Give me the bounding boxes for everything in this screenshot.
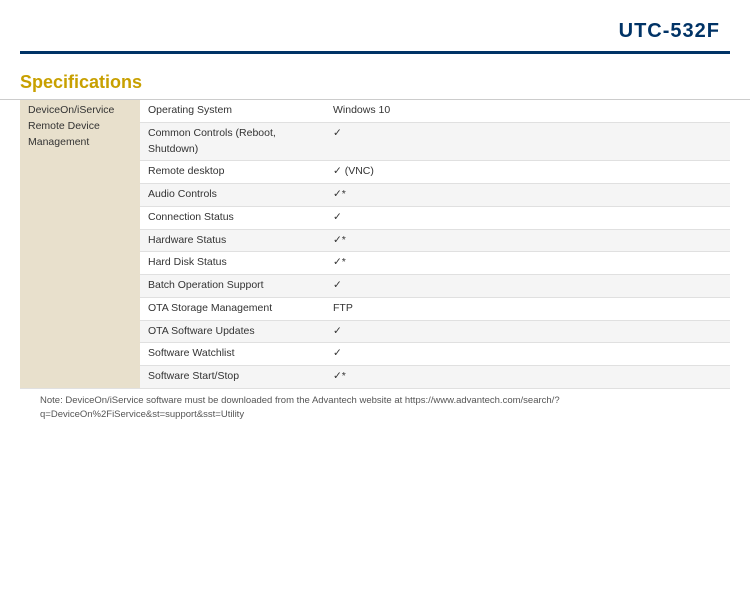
feature-cell: Audio Controls [140,184,325,207]
specs-table: DeviceOn/iServiceRemote Device Managemen… [20,100,730,427]
feature-cell: Remote desktop [140,161,325,184]
value-cell: ✓ [325,122,730,161]
feature-cell: OTA Software Updates [140,320,325,343]
blue-divider [20,51,730,54]
table-wrapper: DeviceOn/iServiceRemote Device Managemen… [0,100,750,427]
value-cell: ✓ [325,206,730,229]
value-cell: ✓* [325,366,730,389]
note-row: Note: DeviceOn/iService software must be… [20,388,730,427]
value-cell: FTP [325,297,730,320]
table-row: DeviceOn/iServiceRemote Device Managemen… [20,100,730,122]
value-cell: ✓* [325,184,730,207]
feature-cell: Connection Status [140,206,325,229]
feature-cell: Software Start/Stop [140,366,325,389]
value-cell: ✓* [325,252,730,275]
feature-cell: Common Controls (Reboot, Shutdown) [140,122,325,161]
note-cell: Note: DeviceOn/iService software must be… [20,388,730,427]
value-cell: ✓ [325,343,730,366]
value-cell: ✓ [325,320,730,343]
specs-heading: Specifications [0,64,750,100]
feature-cell: Software Watchlist [140,343,325,366]
feature-cell: Batch Operation Support [140,275,325,298]
feature-cell: OTA Storage Management [140,297,325,320]
value-cell: ✓ (VNC) [325,161,730,184]
feature-cell: Hardware Status [140,229,325,252]
category-cell: DeviceOn/iServiceRemote Device Managemen… [20,100,140,388]
feature-cell: Operating System [140,100,325,122]
value-cell: ✓* [325,229,730,252]
header-area: UTC-532F [0,0,750,51]
value-cell: Windows 10 [325,100,730,122]
value-cell: ✓ [325,275,730,298]
page-wrapper: UTC-532F Specifications DeviceOn/iServic… [0,0,750,427]
feature-cell: Hard Disk Status [140,252,325,275]
model-name: UTC-532F [619,20,720,43]
